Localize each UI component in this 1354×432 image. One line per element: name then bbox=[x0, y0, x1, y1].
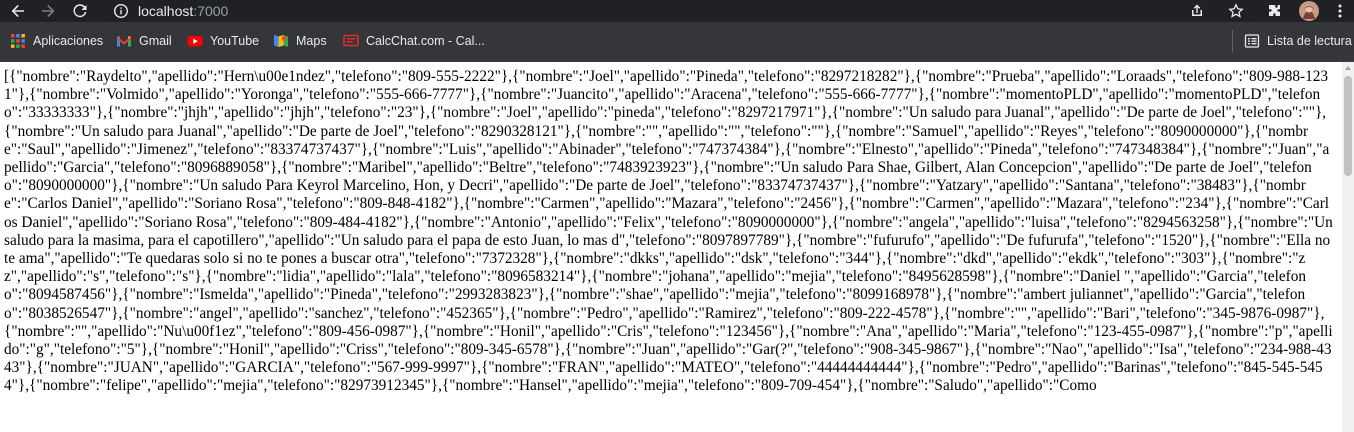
bookmarks-bar: Aplicaciones Gmail YouTube Maps CalcChat… bbox=[0, 22, 1354, 62]
url-port: :7000 bbox=[193, 3, 229, 19]
gmail-icon bbox=[117, 36, 131, 47]
page-content: [{"nombre":"Raydelto","apellido":"Hern\u… bbox=[0, 62, 1342, 432]
bookmark-label: CalcChat.com - Cal... bbox=[366, 34, 485, 48]
reading-list-button[interactable]: Lista de lectura bbox=[1244, 30, 1352, 52]
bookmark-gmail[interactable]: Gmail bbox=[116, 30, 172, 52]
extensions-puzzle-icon[interactable] bbox=[1264, 0, 1286, 22]
bookmark-youtube[interactable]: YouTube bbox=[187, 30, 259, 52]
bookmark-calcchat[interactable]: CalcChat.com - Cal... bbox=[343, 30, 485, 52]
bookmarks-divider bbox=[1232, 30, 1233, 52]
site-info-icon[interactable] bbox=[113, 3, 129, 19]
address-bar[interactable]: localhost:7000 bbox=[103, 0, 1260, 22]
url-host: localhost bbox=[138, 3, 194, 19]
apps-grid-icon bbox=[11, 34, 25, 48]
share-icon[interactable] bbox=[1186, 0, 1208, 22]
url-text[interactable]: localhost:7000 bbox=[138, 1, 228, 21]
bookmark-label: Maps bbox=[296, 34, 327, 48]
browser-toolbar: localhost:7000 bbox=[0, 0, 1354, 22]
back-arrow-icon[interactable] bbox=[7, 0, 29, 22]
scroll-up-arrow-icon[interactable] bbox=[1345, 66, 1351, 70]
json-response-text: [{"nombre":"Raydelto","apellido":"Hern\u… bbox=[4, 68, 1333, 395]
reload-icon[interactable] bbox=[69, 0, 91, 22]
calcchat-icon bbox=[343, 34, 359, 47]
maps-icon bbox=[274, 35, 288, 47]
scrollbar-thumb[interactable] bbox=[1344, 76, 1352, 176]
bookmark-label: YouTube bbox=[210, 34, 260, 48]
bookmark-label: Aplicaciones bbox=[33, 34, 104, 48]
bookmark-label: Gmail bbox=[139, 34, 172, 48]
youtube-icon bbox=[187, 36, 203, 47]
bookmark-apps[interactable]: Aplicaciones bbox=[10, 30, 103, 52]
forward-arrow-icon[interactable] bbox=[37, 0, 59, 22]
reading-list-label: Lista de lectura bbox=[1267, 34, 1352, 48]
bookmark-star-icon[interactable] bbox=[1225, 0, 1247, 22]
vertical-scrollbar[interactable] bbox=[1342, 62, 1354, 432]
browser-menu-icon[interactable] bbox=[1329, 0, 1351, 22]
profile-avatar[interactable] bbox=[1296, 0, 1322, 22]
reading-list-icon bbox=[1244, 34, 1260, 48]
bookmark-maps[interactable]: Maps bbox=[273, 30, 327, 52]
